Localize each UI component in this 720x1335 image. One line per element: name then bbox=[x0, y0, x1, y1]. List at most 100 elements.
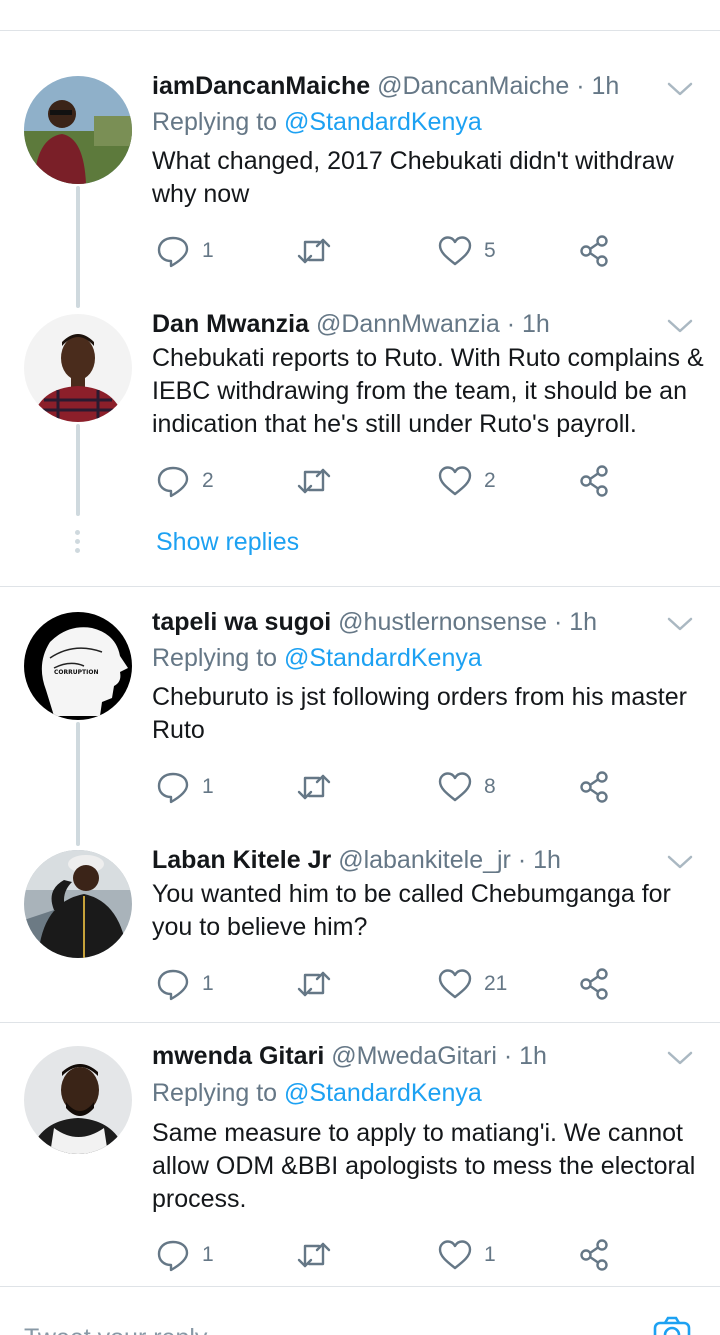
share-button[interactable] bbox=[578, 1235, 612, 1275]
replying-to: Replying to @StandardKenya bbox=[152, 1078, 482, 1108]
share-icon bbox=[580, 1239, 608, 1271]
retweet-button[interactable] bbox=[296, 964, 332, 1004]
reply-button[interactable]: 1 bbox=[156, 231, 214, 271]
tweet-text: You wanted him to be called Chebumganga … bbox=[152, 880, 671, 941]
share-button[interactable] bbox=[578, 964, 612, 1004]
share-button[interactable] bbox=[578, 461, 612, 501]
retweet-button[interactable] bbox=[296, 231, 332, 271]
chevron-down-icon[interactable] bbox=[666, 317, 694, 335]
top-divider bbox=[0, 30, 720, 31]
heart-icon bbox=[438, 466, 472, 496]
mention-link[interactable]: @StandardKenya bbox=[284, 644, 482, 672]
reply-count: 1 bbox=[202, 972, 214, 995]
tweet-text: Chebukati reports to Ruto. With Ruto com… bbox=[152, 344, 704, 438]
mention-link[interactable]: @StandardKenya bbox=[284, 108, 482, 136]
mention-link[interactable]: @StandardKenya bbox=[284, 1079, 482, 1107]
user-name[interactable]: Dan Mwanzia bbox=[152, 310, 309, 338]
replying-to-label: Replying to bbox=[152, 1079, 278, 1107]
avatar[interactable]: CORRUPTION bbox=[24, 612, 132, 720]
separator: · bbox=[506, 310, 516, 338]
avatar[interactable] bbox=[24, 76, 132, 184]
replying-to-label: Replying to bbox=[152, 644, 278, 672]
retweet-icon bbox=[297, 1242, 331, 1268]
retweet-button[interactable] bbox=[296, 1235, 332, 1275]
retweet-button[interactable] bbox=[296, 767, 332, 807]
replying-to: Replying to @StandardKenya bbox=[152, 643, 482, 673]
retweet-icon bbox=[297, 238, 331, 264]
reply-button[interactable]: 1 bbox=[156, 767, 214, 807]
share-button[interactable] bbox=[578, 767, 612, 807]
tweet-header: iamDancanMaiche @DancanMaiche · 1h bbox=[152, 71, 619, 101]
replying-to-label: Replying to bbox=[152, 108, 278, 136]
like-button[interactable]: 1 bbox=[438, 1235, 496, 1275]
share-icon bbox=[580, 465, 608, 497]
thread-line bbox=[76, 424, 80, 516]
show-replies-link[interactable]: Show replies bbox=[156, 527, 299, 557]
user-name[interactable]: iamDancanMaiche bbox=[152, 72, 370, 100]
user-handle[interactable]: @labankitele_jr bbox=[338, 846, 511, 874]
timestamp[interactable]: 1h bbox=[533, 846, 561, 874]
separator: · bbox=[576, 72, 585, 100]
share-button[interactable] bbox=[578, 231, 612, 271]
like-button[interactable]: 21 bbox=[438, 964, 507, 1004]
heart-icon bbox=[438, 772, 472, 802]
tweet-header: Laban Kitele Jr @labankitele_jr · 1h bbox=[152, 845, 561, 875]
heart-icon bbox=[438, 236, 472, 266]
tweet-actions: 1 21 bbox=[152, 964, 622, 1004]
reply-button[interactable]: 1 bbox=[156, 1235, 214, 1275]
heart-icon bbox=[438, 969, 472, 999]
reply-button[interactable]: 2 bbox=[156, 461, 214, 501]
separator: · bbox=[553, 608, 563, 636]
user-handle[interactable]: @DannMwanzia bbox=[316, 310, 500, 338]
replying-to: Replying to @StandardKenya bbox=[152, 107, 482, 137]
chevron-down-icon[interactable] bbox=[666, 615, 694, 633]
heart-icon bbox=[438, 1240, 472, 1270]
like-count: 5 bbox=[484, 239, 496, 262]
user-name[interactable]: Laban Kitele Jr bbox=[152, 846, 331, 874]
like-count: 21 bbox=[484, 972, 508, 995]
reply-icon bbox=[157, 466, 189, 498]
retweet-icon bbox=[297, 971, 331, 997]
tweet-text: What changed, 2017 Chebukati didn't with… bbox=[152, 147, 674, 208]
timestamp[interactable]: 1h bbox=[569, 608, 597, 636]
reply-button[interactable]: 1 bbox=[156, 964, 214, 1004]
tweet-header: Dan Mwanzia @DannMwanzia · 1h bbox=[152, 309, 550, 339]
camera-icon[interactable] bbox=[652, 1315, 692, 1335]
reply-icon bbox=[157, 969, 189, 1001]
thread-divider bbox=[0, 1022, 720, 1023]
chevron-down-icon[interactable] bbox=[666, 80, 694, 98]
thread-line bbox=[76, 186, 80, 308]
reply-count: 1 bbox=[202, 1243, 214, 1266]
share-icon bbox=[580, 771, 608, 803]
user-handle[interactable]: @hustlernonsense bbox=[338, 608, 547, 636]
user-handle[interactable]: @MwedaGitari bbox=[331, 1042, 497, 1070]
thread-line bbox=[76, 722, 80, 846]
reply-count: 1 bbox=[202, 239, 214, 262]
avatar[interactable] bbox=[24, 1046, 132, 1154]
reply-input[interactable]: Tweet your reply bbox=[24, 1323, 207, 1335]
tweet-actions: 1 5 bbox=[152, 231, 622, 271]
avatar[interactable] bbox=[24, 314, 132, 422]
chevron-down-icon[interactable] bbox=[666, 853, 694, 871]
timestamp[interactable]: 1h bbox=[591, 72, 619, 100]
timestamp[interactable]: 1h bbox=[519, 1042, 547, 1070]
tweet-header: mwenda Gitari @MwedaGitari · 1h bbox=[152, 1041, 547, 1071]
user-name[interactable]: tapeli wa sugoi bbox=[152, 608, 331, 636]
separator: · bbox=[517, 846, 527, 874]
reply-count: 2 bbox=[202, 469, 214, 492]
retweet-button[interactable] bbox=[296, 461, 332, 501]
user-name[interactable]: mwenda Gitari bbox=[152, 1042, 324, 1070]
like-button[interactable]: 5 bbox=[438, 231, 496, 271]
avatar[interactable] bbox=[24, 850, 132, 958]
chevron-down-icon[interactable] bbox=[666, 1049, 694, 1067]
share-icon bbox=[580, 968, 608, 1000]
tweet-text: Cheburuto is jst following orders from h… bbox=[152, 683, 687, 744]
timestamp[interactable]: 1h bbox=[522, 310, 550, 338]
thread-more-dots bbox=[75, 530, 81, 557]
user-handle[interactable]: @DancanMaiche bbox=[377, 72, 569, 100]
like-button[interactable]: 2 bbox=[438, 461, 496, 501]
reply-compose-bar: Tweet your reply bbox=[0, 1286, 720, 1335]
tweet-text: Same measure to apply to matiang'i. We c… bbox=[152, 1119, 696, 1213]
like-button[interactable]: 8 bbox=[438, 767, 496, 807]
like-count: 1 bbox=[484, 1243, 496, 1266]
